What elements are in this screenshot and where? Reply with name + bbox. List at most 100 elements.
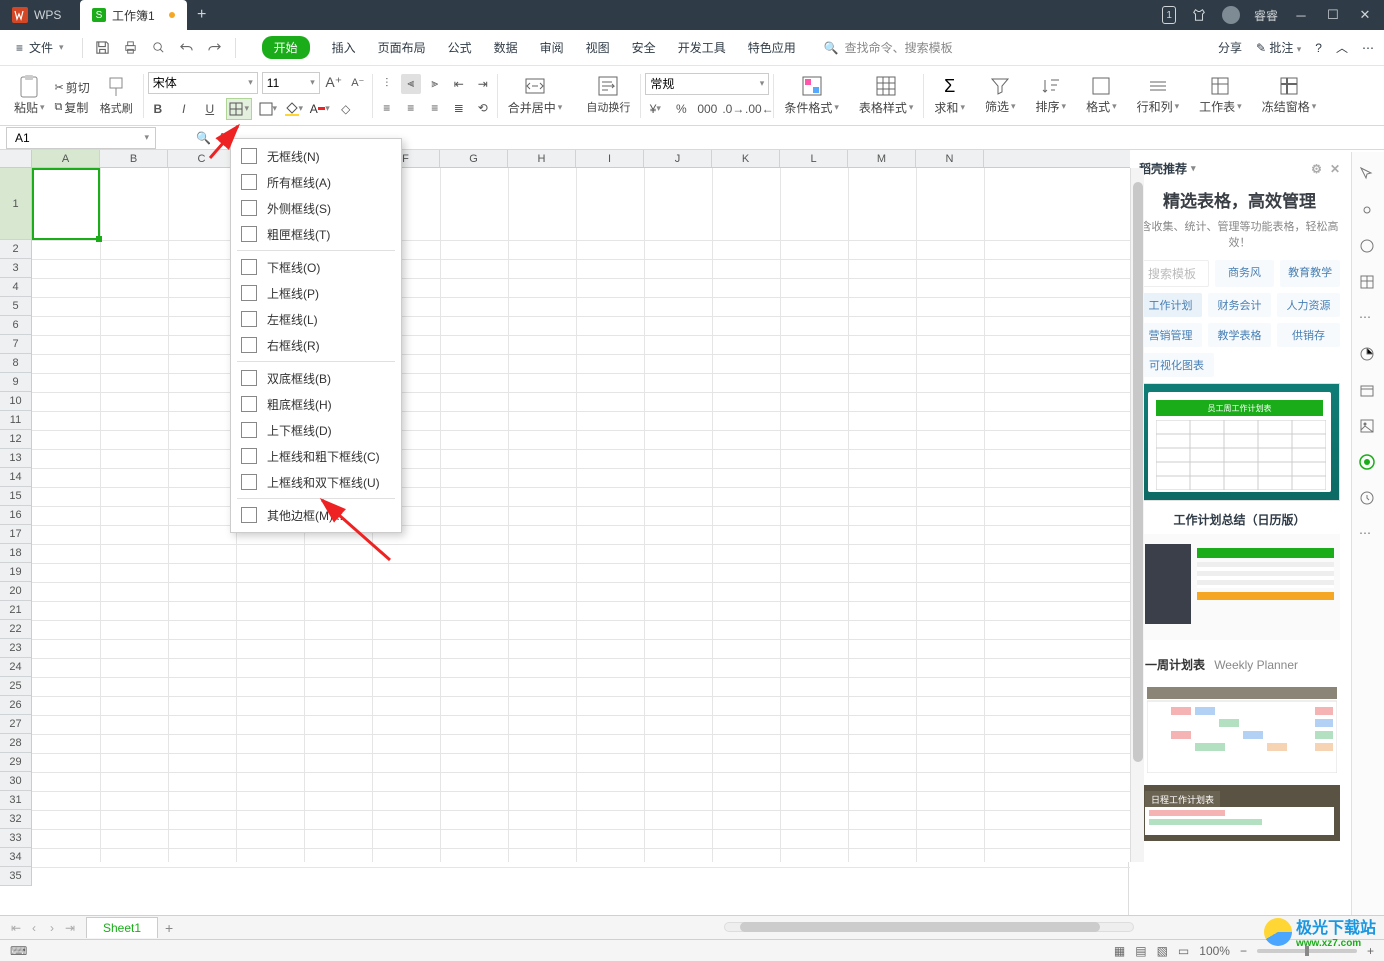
panel-close-icon[interactable]: ✕ <box>1330 162 1340 176</box>
format-painter-icon[interactable] <box>106 76 126 100</box>
row-header[interactable]: 25 <box>0 677 31 696</box>
align-bottom-icon[interactable]: ⫸ <box>425 74 445 94</box>
view-page-icon[interactable]: ▤ <box>1135 944 1146 958</box>
sum-label[interactable]: 求和 <box>934 99 958 116</box>
name-box[interactable]: A1 <box>6 127 156 149</box>
border-menu-item[interactable]: 上框线和双下框线(U) <box>231 469 401 495</box>
justify-icon[interactable]: ≣ <box>449 98 469 118</box>
print-icon[interactable] <box>123 40 139 56</box>
indent-decrease-icon[interactable]: ⇤ <box>449 74 469 94</box>
underline-icon[interactable]: U <box>200 99 220 119</box>
paste-icon[interactable] <box>18 75 40 99</box>
tab-view[interactable]: 视图 <box>586 39 610 56</box>
rail-select-icon[interactable] <box>1359 166 1377 184</box>
help-icon[interactable]: ? <box>1315 41 1322 55</box>
tag-finance[interactable]: 财务会计 <box>1208 293 1271 317</box>
collapse-ribbon-icon[interactable]: ︿ <box>1336 39 1348 56</box>
row-header[interactable]: 19 <box>0 563 31 582</box>
tag-workplan[interactable]: 工作计划 <box>1139 293 1202 317</box>
row-header[interactable]: 15 <box>0 487 31 506</box>
command-search[interactable]: 🔍 查找命令、搜索模板 <box>824 39 953 56</box>
sort-icon[interactable] <box>1041 76 1061 96</box>
freeze-label[interactable]: 冻结窗格 <box>1262 98 1310 115</box>
rail-table-icon[interactable] <box>1359 274 1377 292</box>
align-right-icon[interactable]: ≡ <box>425 98 445 118</box>
row-header[interactable]: 31 <box>0 791 31 810</box>
zoom-slider[interactable] <box>1257 949 1357 953</box>
worksheet-icon[interactable] <box>1210 76 1230 96</box>
tag-education[interactable]: 教育教学 <box>1280 260 1340 287</box>
align-top-icon[interactable]: ⫶ <box>377 74 397 94</box>
cell-grid[interactable] <box>32 168 1130 862</box>
column-header[interactable]: I <box>576 150 644 167</box>
tab-developer[interactable]: 开发工具 <box>678 39 726 56</box>
sum-icon[interactable]: Σ <box>944 76 955 97</box>
tab-data[interactable]: 数据 <box>494 39 518 56</box>
row-header[interactable]: 21 <box>0 601 31 620</box>
border-menu-item[interactable]: 所有框线(A) <box>231 169 401 195</box>
rail-link-icon[interactable] <box>1359 202 1377 220</box>
row-header[interactable]: 11 <box>0 411 31 430</box>
row-header[interactable]: 3 <box>0 259 31 278</box>
comma-icon[interactable]: 000 <box>697 99 717 119</box>
share-button[interactable]: 分享 <box>1218 39 1242 56</box>
zoom-out-icon[interactable]: − <box>1240 944 1247 958</box>
view-reading-icon[interactable]: ▭ <box>1178 944 1189 958</box>
sheet-last-icon[interactable]: ⇥ <box>62 921 78 935</box>
maximize-button[interactable]: ☐ <box>1324 6 1342 24</box>
row-header[interactable]: 7 <box>0 335 31 354</box>
rowcol-icon[interactable] <box>1148 76 1168 96</box>
row-header[interactable]: 9 <box>0 373 31 392</box>
print-preview-icon[interactable] <box>151 40 167 56</box>
column-header[interactable]: J <box>644 150 712 167</box>
orientation-icon[interactable]: ⟲ <box>473 98 493 118</box>
fill-icon[interactable]: ▾ <box>258 99 278 119</box>
zoom-icon[interactable]: 🔍 <box>196 131 211 145</box>
indent-increase-icon[interactable]: ⇥ <box>473 74 493 94</box>
tag-charts[interactable]: 可视化图表 <box>1139 353 1214 377</box>
column-header[interactable]: B <box>100 150 168 167</box>
minimize-button[interactable]: ─ <box>1292 6 1310 24</box>
row-header[interactable]: 16 <box>0 506 31 525</box>
filter-icon[interactable] <box>990 76 1010 96</box>
align-middle-icon[interactable]: ⫷ <box>401 74 421 94</box>
border-menu-item[interactable]: 上框线和粗下框线(C) <box>231 443 401 469</box>
filter-label[interactable]: 筛选 <box>985 98 1009 115</box>
row-header[interactable]: 26 <box>0 696 31 715</box>
fill-color-icon[interactable]: ▾ <box>284 99 304 119</box>
file-menu[interactable]: ≡ 文件 ▾ <box>10 39 70 56</box>
sheet-next-icon[interactable]: › <box>44 921 60 935</box>
select-all-corner[interactable] <box>0 150 32 168</box>
row-header[interactable]: 32 <box>0 810 31 829</box>
border-menu-item[interactable]: 上框线(P) <box>231 280 401 306</box>
zoom-value[interactable]: 100% <box>1199 944 1230 958</box>
sort-label[interactable]: 排序 <box>1036 98 1060 115</box>
template-card-2[interactable]: 工作计划总结（日历版） <box>1139 511 1340 640</box>
font-family-select[interactable]: 宋体▾ <box>148 72 258 94</box>
skin-icon[interactable] <box>1190 6 1208 24</box>
table-style-icon[interactable] <box>875 75 897 97</box>
vertical-scrollbar[interactable] <box>1130 168 1144 862</box>
percent-icon[interactable]: % <box>671 99 691 119</box>
cond-format-icon[interactable] <box>801 75 823 97</box>
wrap-icon[interactable] <box>597 75 619 97</box>
row-header[interactable]: 24 <box>0 658 31 677</box>
tab-review[interactable]: 审阅 <box>540 39 564 56</box>
column-header[interactable]: N <box>916 150 984 167</box>
input-mode-icon[interactable]: ⌨ <box>10 944 27 958</box>
freeze-icon[interactable] <box>1279 76 1299 96</box>
tab-layout[interactable]: 页面布局 <box>378 39 426 56</box>
border-menu-item[interactable]: 双底框线(B) <box>231 365 401 391</box>
align-left-icon[interactable]: ≡ <box>377 98 397 118</box>
merge-label[interactable]: 合并居中 <box>508 99 556 116</box>
row-header[interactable]: 6 <box>0 316 31 335</box>
row-header[interactable]: 4 <box>0 278 31 297</box>
row-header[interactable]: 28 <box>0 734 31 753</box>
table-style-label[interactable]: 表格样式 <box>859 99 907 116</box>
document-tab[interactable]: S 工作簿1 <box>80 0 187 30</box>
view-break-icon[interactable]: ▧ <box>1157 944 1168 958</box>
border-menu-item[interactable]: 无框线(N) <box>231 143 401 169</box>
horizontal-scrollbar[interactable] <box>724 922 1134 934</box>
align-center-icon[interactable]: ≡ <box>401 98 421 118</box>
cond-fmt-label[interactable]: 条件格式 <box>784 99 832 116</box>
